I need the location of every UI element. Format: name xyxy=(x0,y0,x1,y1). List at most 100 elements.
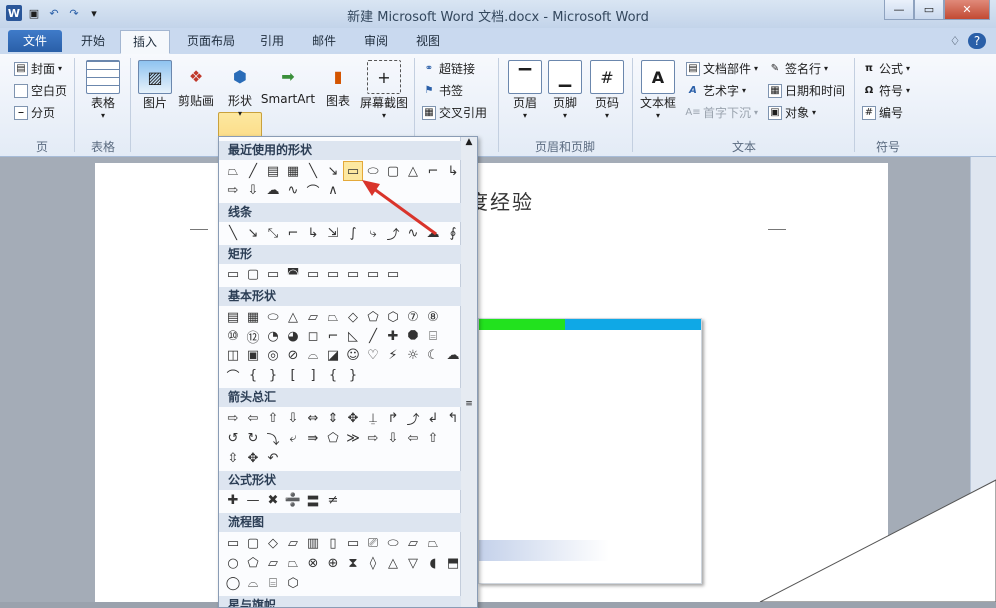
shape-item-icon[interactable]: ♡ xyxy=(363,345,383,365)
shape-item-icon[interactable]: ⊗ xyxy=(303,553,323,573)
shape-item-icon[interactable]: ☁ xyxy=(443,345,463,365)
shape-item-icon[interactable]: ☺ xyxy=(343,345,363,365)
shape-item-icon[interactable]: ⇩ xyxy=(243,180,263,200)
shape-item-icon[interactable]: ↰ xyxy=(443,408,463,428)
shape-item-icon[interactable]: ↶ xyxy=(263,448,283,468)
shape-item-icon[interactable]: ≫ xyxy=(343,428,363,448)
shape-item-icon[interactable]: ◔ xyxy=(263,326,283,346)
shape-item-icon[interactable]: ▱ xyxy=(263,553,283,573)
shape-item-icon[interactable]: ↲ xyxy=(423,408,443,428)
shape-item-icon[interactable]: ↳ xyxy=(303,223,323,243)
shape-item-icon[interactable]: ⇔ xyxy=(303,408,323,428)
shape-item-icon[interactable]: ⤵ xyxy=(263,428,283,448)
shape-item-icon[interactable]: ⤶ xyxy=(283,428,303,448)
shape-item-icon[interactable]: ◊ xyxy=(363,553,383,573)
shape-item-icon[interactable]: ▤ xyxy=(263,161,283,181)
shape-item-icon[interactable]: ⧗ xyxy=(343,553,363,573)
shape-item-icon[interactable]: ✖ xyxy=(263,490,283,510)
shape-item-icon[interactable]: ⇨ xyxy=(223,180,243,200)
shape-item-icon[interactable]: ∧ xyxy=(323,180,343,200)
shape-item-icon[interactable]: ▯ xyxy=(323,533,343,553)
shape-item-icon[interactable]: ◇ xyxy=(343,307,363,327)
shape-item-icon[interactable]: ⇨ xyxy=(363,428,383,448)
shape-item-icon[interactable]: ⇧ xyxy=(263,408,283,428)
shape-item-icon[interactable]: ↱ xyxy=(383,408,403,428)
scroll-up-icon[interactable]: ▲ xyxy=(461,137,477,147)
shape-item-icon[interactable]: ≠ xyxy=(323,490,343,510)
shape-item-icon[interactable]: ⬡ xyxy=(283,573,303,593)
shape-item-icon[interactable]: ↻ xyxy=(243,428,263,448)
shape-item-icon[interactable]: ⌒ xyxy=(303,180,323,200)
shape-item-icon[interactable]: △ xyxy=(403,161,423,181)
shape-item-icon[interactable]: ✚ xyxy=(223,490,243,510)
scroll-thumb-icon[interactable]: ≡ xyxy=(461,399,477,409)
shape-item-icon[interactable]: ⏢ xyxy=(323,307,343,327)
shape-item-icon[interactable]: △ xyxy=(283,307,303,327)
shape-item-icon[interactable]: ○ xyxy=(223,553,243,573)
shape-item-icon[interactable]: ◖ xyxy=(423,553,443,573)
shape-item-icon[interactable]: ⇩ xyxy=(283,408,303,428)
shape-item-icon[interactable]: ⌓ xyxy=(303,345,323,365)
shape-item-icon[interactable]: ⍊ xyxy=(363,408,383,428)
shape-item-icon[interactable]: ◚ xyxy=(283,264,303,284)
shape-item-icon[interactable]: ⚡ xyxy=(383,345,403,365)
shape-item-icon[interactable]: ▭ xyxy=(383,264,403,284)
shape-item-icon[interactable]: ◫ xyxy=(223,345,243,365)
shape-item-icon[interactable]: ⇕ xyxy=(323,408,343,428)
shape-item-icon[interactable]: ⎚ xyxy=(363,533,383,553)
shape-item-icon[interactable]: ▭ xyxy=(343,161,363,181)
shape-item-icon[interactable]: ⌸ xyxy=(423,326,443,346)
shape-item-icon[interactable]: ⬭ xyxy=(263,307,283,327)
shape-item-icon[interactable]: ∿ xyxy=(403,223,423,243)
shape-item-icon[interactable]: ▥ xyxy=(303,533,323,553)
shape-item-icon[interactable]: ⇲ xyxy=(323,223,343,243)
shape-item-icon[interactable]: ➗ xyxy=(283,490,303,510)
shape-item-icon[interactable]: ✥ xyxy=(243,448,263,468)
shape-item-icon[interactable]: ⇩ xyxy=(383,428,403,448)
shape-item-icon[interactable]: [ xyxy=(283,365,303,385)
shape-item-icon[interactable]: ⌒ xyxy=(223,365,243,385)
shape-item-icon[interactable]: ╱ xyxy=(243,161,263,181)
shape-item-icon[interactable]: ✥ xyxy=(343,408,363,428)
shape-item-icon[interactable]: ▭ xyxy=(303,264,323,284)
shape-item-icon[interactable]: ⇳ xyxy=(223,448,243,468)
shape-item-icon[interactable]: ⌸ xyxy=(263,573,283,593)
shape-item-icon[interactable]: ⇧ xyxy=(423,428,443,448)
shape-item-icon[interactable]: ◻ xyxy=(303,326,323,346)
shape-item-icon[interactable]: ☁ xyxy=(263,180,283,200)
shape-item-icon[interactable]: ↘ xyxy=(243,223,263,243)
shape-item-icon[interactable]: ⌐ xyxy=(423,161,443,181)
shape-item-icon[interactable]: ◯ xyxy=(223,573,243,593)
shape-item-icon[interactable]: ⑩ xyxy=(223,326,243,346)
shape-item-icon[interactable]: ⬭ xyxy=(363,161,383,181)
shape-item-icon[interactable]: } xyxy=(263,365,283,385)
shape-item-icon[interactable]: ⌓ xyxy=(243,573,263,593)
shape-item-icon[interactable]: ▱ xyxy=(283,533,303,553)
shape-item-icon[interactable]: ▭ xyxy=(363,264,383,284)
shape-item-icon[interactable]: ▱ xyxy=(303,307,323,327)
shape-item-icon[interactable]: ⤡ xyxy=(263,223,283,243)
shape-item-icon[interactable]: ⬭ xyxy=(383,533,403,553)
shape-item-icon[interactable]: ⊘ xyxy=(283,345,303,365)
shape-item-icon[interactable]: ✚ xyxy=(383,326,403,346)
shape-item-icon[interactable]: ▢ xyxy=(243,533,263,553)
shape-item-icon[interactable]: ] xyxy=(303,365,323,385)
gallery-scrollbar[interactable]: ▲ ≡ xyxy=(460,137,477,607)
shape-item-icon[interactable]: ◺ xyxy=(343,326,363,346)
shape-item-icon[interactable]: ▢ xyxy=(243,264,263,284)
shape-item-icon[interactable]: ⤴ xyxy=(383,223,403,243)
shape-item-icon[interactable]: ⑧ xyxy=(423,307,443,327)
shape-item-icon[interactable]: ▭ xyxy=(223,264,243,284)
shape-item-icon[interactable]: ☾ xyxy=(423,345,443,365)
shape-item-icon[interactable]: ↳ xyxy=(443,161,463,181)
shape-item-icon[interactable]: ◪ xyxy=(323,345,343,365)
shape-item-icon[interactable]: } xyxy=(343,365,363,385)
shape-item-icon[interactable]: ◎ xyxy=(263,345,283,365)
shape-item-icon[interactable]: ◕ xyxy=(283,326,303,346)
shape-item-icon[interactable]: ◇ xyxy=(263,533,283,553)
shape-item-icon[interactable]: ⤷ xyxy=(363,223,383,243)
shape-item-icon[interactable]: ☼ xyxy=(403,345,423,365)
shape-item-icon[interactable]: ▤ xyxy=(223,307,243,327)
shape-item-icon[interactable]: ▭ xyxy=(323,264,343,284)
shape-item-icon[interactable]: ☁ xyxy=(423,223,443,243)
